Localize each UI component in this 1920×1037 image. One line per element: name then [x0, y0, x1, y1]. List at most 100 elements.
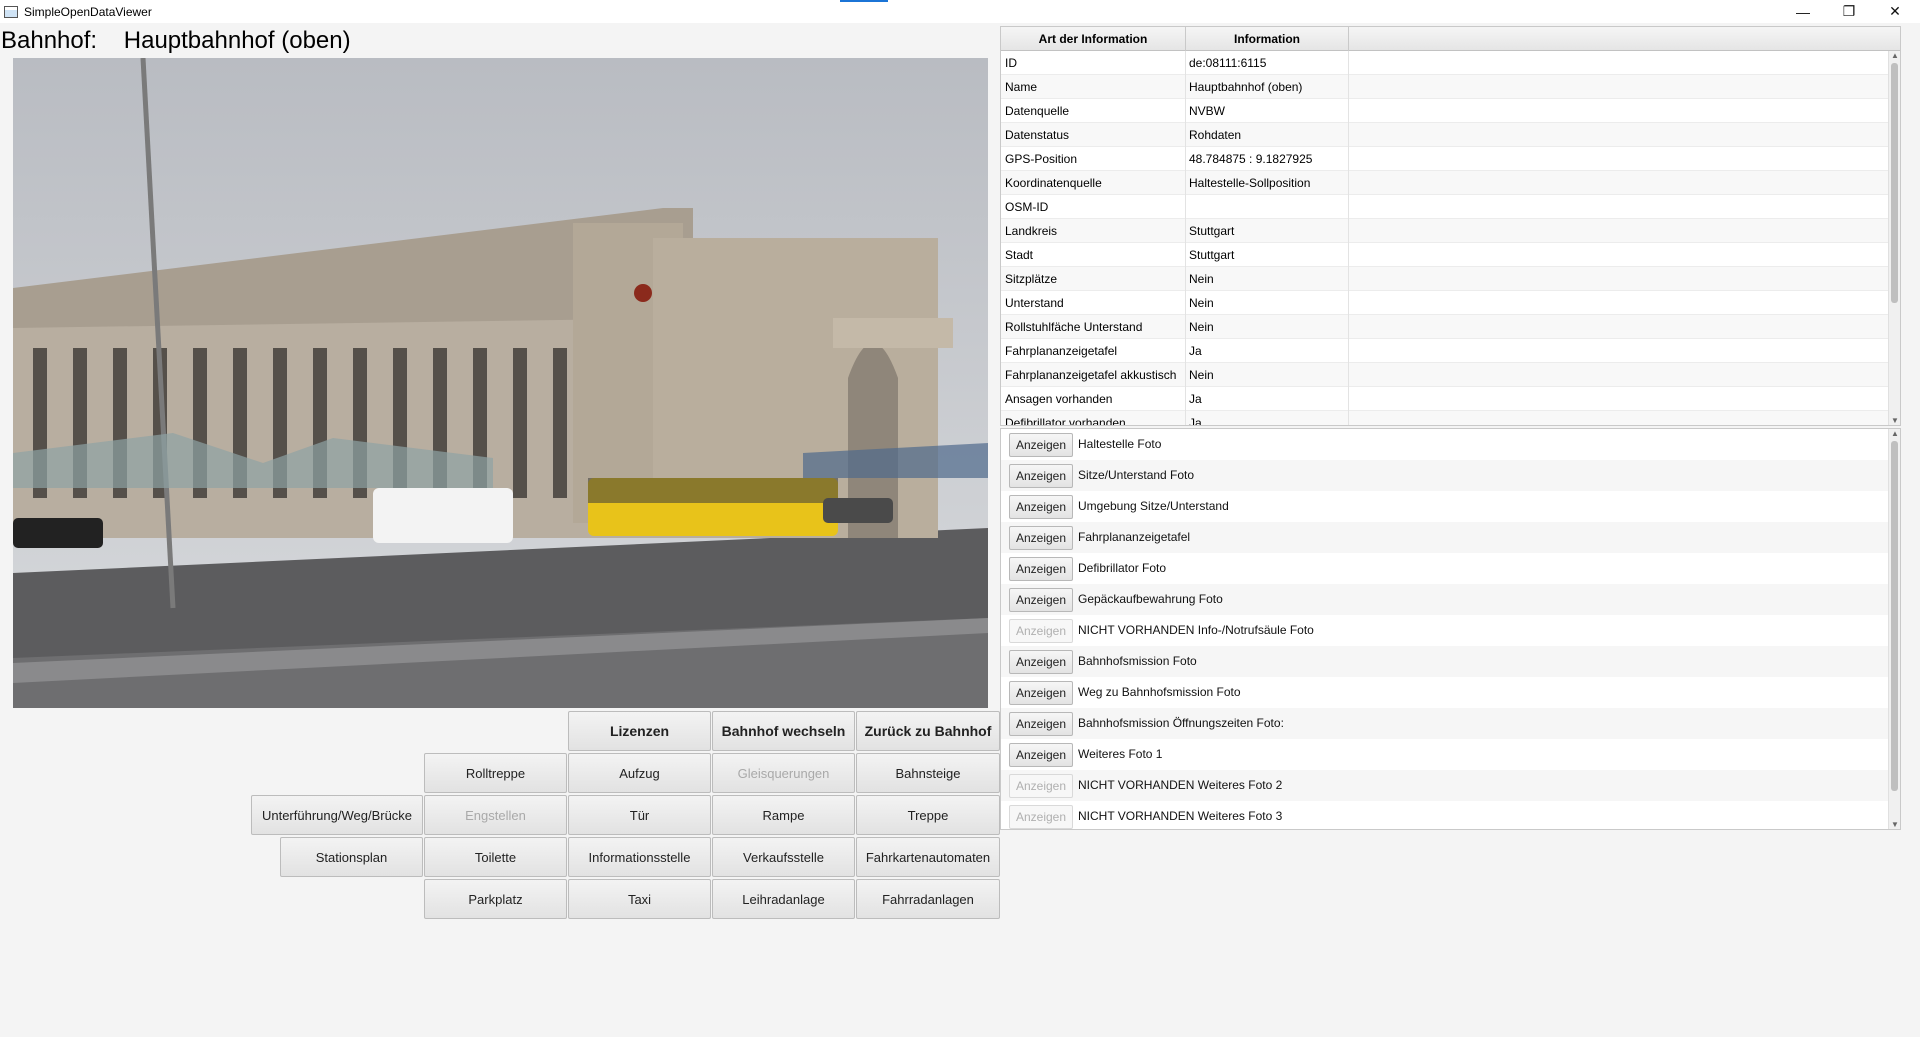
stationsplan-button[interactable]: Stationsplan — [280, 837, 423, 877]
table-row[interactable]: Rollstuhlfäche Unterstand Nein — [1001, 315, 1889, 339]
bahnhof-wechseln-button[interactable]: Bahnhof wechseln — [712, 711, 855, 751]
zurueck-zu-bahnhof-button[interactable]: Zurück zu Bahnhof — [856, 711, 1000, 751]
anzeigen-button[interactable]: Anzeigen — [1009, 495, 1073, 519]
bahnsteige-button[interactable]: Bahnsteige — [856, 753, 1000, 793]
photo-item-label: Bahnhofsmission Foto — [1078, 654, 1197, 668]
anzeigen-button[interactable]: Anzeigen — [1009, 557, 1073, 581]
photo-item-label: Bahnhofsmission Öffnungszeiten Foto: — [1078, 716, 1284, 730]
row-key: Fahrplananzeigetafel — [1005, 344, 1118, 358]
row-key: Name — [1005, 80, 1038, 94]
tuer-button[interactable]: Tür — [568, 795, 711, 835]
row-key: Defibrillator vorhanden — [1005, 416, 1126, 426]
row-value: Ja — [1189, 344, 1202, 358]
table-row[interactable]: GPS-Position 48.784875 : 9.1827925 — [1001, 147, 1889, 171]
column-divider — [1348, 363, 1349, 387]
table-row[interactable]: Fahrplananzeigetafel Ja — [1001, 339, 1889, 363]
leihradanlage-button[interactable]: Leihradanlage — [712, 879, 855, 919]
table-scrollbar[interactable]: ▲ ▼ — [1888, 51, 1900, 425]
informationsstelle-button[interactable]: Informationsstelle — [568, 837, 711, 877]
photo-item-label: Umgebung Sitze/Unterstand — [1078, 499, 1229, 513]
unterfuehrung-button[interactable]: Unterführung/Weg/Brücke — [251, 795, 423, 835]
table-row[interactable]: Landkreis Stuttgart — [1001, 219, 1889, 243]
anzeigen-button[interactable]: Anzeigen — [1009, 743, 1073, 767]
table-row[interactable]: Unterstand Nein — [1001, 291, 1889, 315]
column-divider — [1348, 123, 1349, 147]
list-item: Anzeigen Gepäckaufbewahrung Foto — [1001, 584, 1889, 615]
table-row[interactable]: Defibrillator vorhanden Ja — [1001, 411, 1889, 426]
scrollbar-thumb[interactable] — [1891, 441, 1898, 791]
scroll-up-icon[interactable]: ▲ — [1889, 429, 1900, 438]
row-key: Datenstatus — [1005, 128, 1070, 142]
engstellen-button: Engstellen — [424, 795, 567, 835]
parkplatz-button[interactable]: Parkplatz — [424, 879, 567, 919]
rampe-button[interactable]: Rampe — [712, 795, 855, 835]
table-row[interactable]: Name Hauptbahnhof (oben) — [1001, 75, 1889, 99]
anzeigen-button[interactable]: Anzeigen — [1009, 433, 1073, 457]
table-row[interactable]: Fahrplananzeigetafel akkustisch Nein — [1001, 363, 1889, 387]
table-row[interactable]: Stadt Stuttgart — [1001, 243, 1889, 267]
row-value: Nein — [1189, 272, 1214, 286]
column-divider — [1185, 219, 1186, 243]
toilette-button[interactable]: Toilette — [424, 837, 567, 877]
column-divider — [1185, 267, 1186, 291]
row-value: Ja — [1189, 392, 1202, 406]
anzeigen-button[interactable]: Anzeigen — [1009, 588, 1073, 612]
close-icon[interactable]: ✕ — [1872, 0, 1918, 23]
anzeigen-button[interactable]: Anzeigen — [1009, 650, 1073, 674]
scroll-up-icon[interactable]: ▲ — [1889, 51, 1900, 60]
row-key: Stadt — [1005, 248, 1034, 262]
fahrkartenautomaten-button[interactable]: Fahrkartenautomaten — [856, 837, 1000, 877]
photo-list[interactable]: Anzeigen Haltestelle Foto Anzeigen Sitze/Un… — [1000, 428, 1901, 830]
window-title: SimpleOpenDataViewer — [24, 4, 152, 19]
row-value: Hauptbahnhof (oben) — [1189, 80, 1303, 94]
station-label: Bahnhof: — [1, 27, 98, 54]
row-value: 48.784875 : 9.1827925 — [1189, 152, 1313, 166]
column-divider — [1185, 99, 1186, 123]
column-header-type[interactable]: Art der Information — [1001, 27, 1186, 51]
row-key: Koordinatenquelle — [1005, 176, 1102, 190]
restore-icon[interactable]: ❐ — [1826, 0, 1872, 23]
row-key: Sitzplätze — [1005, 272, 1058, 286]
photo-item-label: Weiteres Foto 1 — [1078, 747, 1163, 761]
column-divider — [1185, 411, 1186, 425]
anzeigen-button[interactable]: Anzeigen — [1009, 464, 1073, 488]
table-row[interactable]: ID de:08111:6115 — [1001, 51, 1889, 75]
table-row[interactable]: Ansagen vorhanden Ja — [1001, 387, 1889, 411]
row-key: Fahrplananzeigetafel akkustisch — [1005, 368, 1177, 382]
table-row[interactable]: Datenquelle NVBW — [1001, 99, 1889, 123]
anzeigen-button[interactable]: Anzeigen — [1009, 681, 1073, 705]
photo-list-scrollbar[interactable]: ▲ ▼ — [1888, 429, 1900, 829]
rolltreppe-button[interactable]: Rolltreppe — [424, 753, 567, 793]
lizenzen-button[interactable]: Lizenzen — [568, 711, 711, 751]
row-value: Ja — [1189, 416, 1202, 426]
treppe-button[interactable]: Treppe — [856, 795, 1000, 835]
column-divider — [1185, 75, 1186, 99]
column-divider — [1185, 363, 1186, 387]
station-photo-image — [13, 58, 988, 708]
photo-item-label: Haltestelle Foto — [1078, 437, 1162, 451]
list-item: Anzeigen Weg zu Bahnhofsmission Foto — [1001, 677, 1889, 708]
column-divider — [1185, 123, 1186, 147]
scroll-down-icon[interactable]: ▼ — [1889, 416, 1900, 425]
anzeigen-button[interactable]: Anzeigen — [1009, 526, 1073, 550]
table-row[interactable]: Datenstatus Rohdaten — [1001, 123, 1889, 147]
scrollbar-thumb[interactable] — [1891, 63, 1898, 303]
minimize-icon[interactable]: — — [1780, 0, 1826, 23]
table-row[interactable]: Koordinatenquelle Haltestelle-Sollpositio… — [1001, 171, 1889, 195]
table-row[interactable]: OSM-ID — [1001, 195, 1889, 219]
anzeigen-button[interactable]: Anzeigen — [1009, 712, 1073, 736]
column-divider — [1185, 387, 1186, 411]
taxi-button[interactable]: Taxi — [568, 879, 711, 919]
row-value: Stuttgart — [1189, 224, 1235, 238]
info-table[interactable]: Art der Information Information ID de:081… — [1000, 26, 1901, 426]
column-header-info[interactable]: Information — [1186, 27, 1349, 51]
row-key: Ansagen vorhanden — [1005, 392, 1113, 406]
fahrradanlagen-button[interactable]: Fahrradanlagen — [856, 879, 1000, 919]
row-key: Unterstand — [1005, 296, 1064, 310]
anzeigen-button: Anzeigen — [1009, 805, 1073, 829]
aufzug-button[interactable]: Aufzug — [568, 753, 711, 793]
scroll-down-icon[interactable]: ▼ — [1889, 820, 1900, 829]
list-item: Anzeigen Defibrillator Foto — [1001, 553, 1889, 584]
table-row[interactable]: Sitzplätze Nein — [1001, 267, 1889, 291]
verkaufsstelle-button[interactable]: Verkaufsstelle — [712, 837, 855, 877]
